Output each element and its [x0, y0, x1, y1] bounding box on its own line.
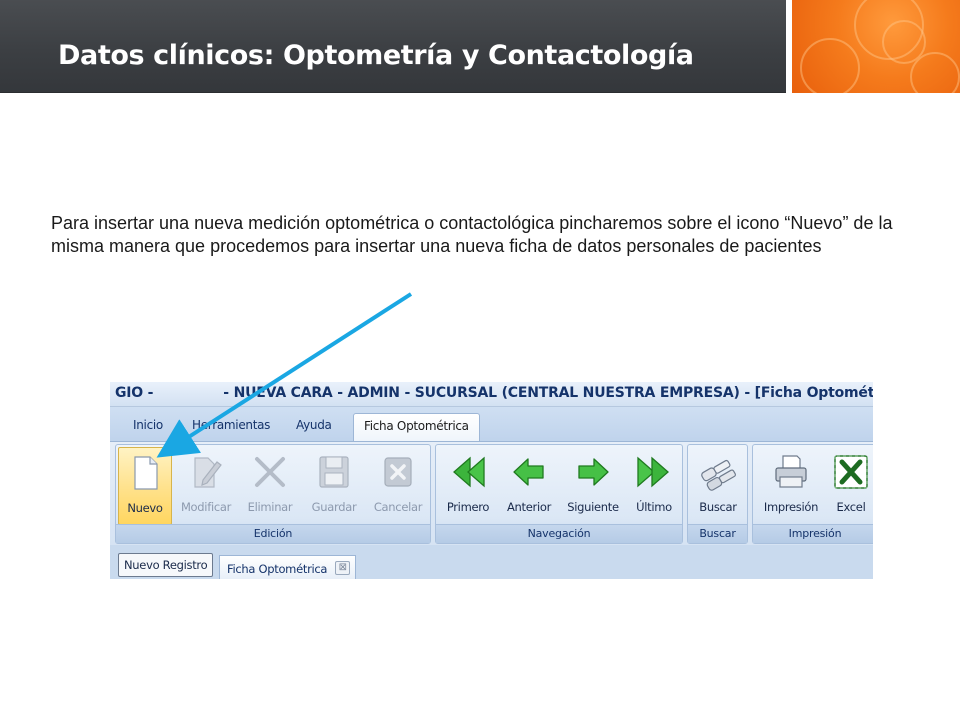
arrow-left-icon	[513, 458, 544, 486]
ultimo-label: Último	[636, 500, 672, 514]
group-label-edicion: Edición	[116, 524, 430, 543]
double-arrow-left-icon	[453, 456, 485, 488]
cancelar-label: Cancelar	[373, 500, 423, 514]
primero-button[interactable]: Primero	[440, 447, 496, 525]
arrow-right-icon	[578, 458, 609, 486]
excel-button[interactable]: Excel	[828, 447, 873, 525]
document-tab-label: Ficha Optométrica	[227, 562, 328, 576]
group-label-buscar: Buscar	[688, 524, 747, 543]
slide-header: Datos clínicos: Optometría y Contactolog…	[0, 0, 786, 93]
impresion-button[interactable]: Impresión	[756, 447, 826, 525]
group-edicion: Nuevo Modificar Eliminar Guardar Cancela…	[115, 444, 431, 544]
tab-document-ficha-optometrica[interactable]: Ficha Optométrica ⊠	[219, 555, 357, 579]
header-accent-decoration	[792, 0, 960, 93]
body-paragraph: Para insertar una nueva medición optomét…	[51, 213, 893, 256]
floppy-disk-icon	[319, 456, 349, 488]
document-tab-bar: Nuevo Registro Ficha Optométrica ⊠	[110, 545, 873, 579]
app-title-rest: - NUEVA CARA - ADMIN - SUCURSAL (CENTRAL…	[223, 385, 873, 401]
tab-inicio[interactable]: Inicio	[133, 418, 163, 432]
delete-x-icon	[255, 457, 285, 487]
eliminar-button[interactable]: Eliminar	[240, 447, 300, 525]
callout-arrow	[156, 292, 413, 458]
double-arrow-right-icon	[637, 456, 669, 488]
siguiente-button[interactable]: Siguiente	[562, 447, 624, 525]
guardar-button[interactable]: Guardar	[304, 447, 364, 525]
app-title: GIO - - NUEVA CARA - ADMIN - SUCURSAL (CE…	[115, 385, 873, 401]
group-impresion: Impresión Excel Impresión	[752, 444, 873, 544]
cancelar-button[interactable]: Cancelar	[368, 447, 428, 525]
nuevo-label: Nuevo	[127, 501, 163, 515]
group-buscar: Buscar Buscar	[687, 444, 748, 544]
buscar-label: Buscar	[699, 500, 737, 514]
impresion-label: Impresión	[763, 500, 819, 514]
primero-label: Primero	[446, 500, 490, 514]
eliminar-label: Eliminar	[247, 500, 293, 514]
binoculars-icon	[701, 459, 736, 491]
nuevo-registro-tooltip: Nuevo Registro	[118, 553, 214, 577]
printer-icon	[775, 455, 807, 488]
app-window: GIO - - NUEVA CARA - ADMIN - SUCURSAL (CE…	[110, 382, 873, 579]
close-tab-icon[interactable]: ⊠	[335, 561, 351, 575]
slide-title: Datos clínicos: Optometría y Contactolog…	[58, 40, 694, 71]
ribbon-tab-bar: Inicio Herramientas Ayuda Ficha Optométr…	[110, 407, 873, 443]
modificar-label: Modificar	[180, 500, 232, 514]
group-label-navegacion: Navegación	[436, 524, 682, 543]
tab-herramientas[interactable]: Herramientas	[192, 418, 270, 432]
anterior-button[interactable]: Anterior	[500, 447, 558, 525]
app-titlebar: GIO - - NUEVA CARA - ADMIN - SUCURSAL (CE…	[110, 382, 873, 407]
cancel-box-icon	[384, 457, 412, 487]
tab-ayuda[interactable]: Ayuda	[296, 418, 332, 432]
modificar-button[interactable]: Modificar	[176, 447, 236, 525]
edit-document-icon	[194, 457, 222, 488]
anterior-label: Anterior	[506, 500, 552, 514]
excel-label: Excel	[836, 500, 866, 514]
siguiente-label: Siguiente	[567, 500, 619, 514]
nuevo-button[interactable]: Nuevo	[118, 447, 172, 525]
ribbon: Nuevo Modificar Eliminar Guardar Cancela…	[110, 441, 873, 545]
group-navegacion: Primero Anterior Siguiente Último Navega…	[435, 444, 683, 544]
group-label-impresion: Impresión	[753, 524, 873, 543]
new-document-icon	[134, 456, 158, 490]
buscar-button[interactable]: Buscar	[691, 447, 745, 525]
excel-icon	[834, 455, 868, 489]
guardar-label: Guardar	[311, 500, 357, 514]
ultimo-button[interactable]: Último	[628, 447, 680, 525]
app-title-prefix: GIO -	[115, 385, 154, 401]
tab-ficha-optometrica[interactable]: Ficha Optométrica	[353, 413, 480, 443]
